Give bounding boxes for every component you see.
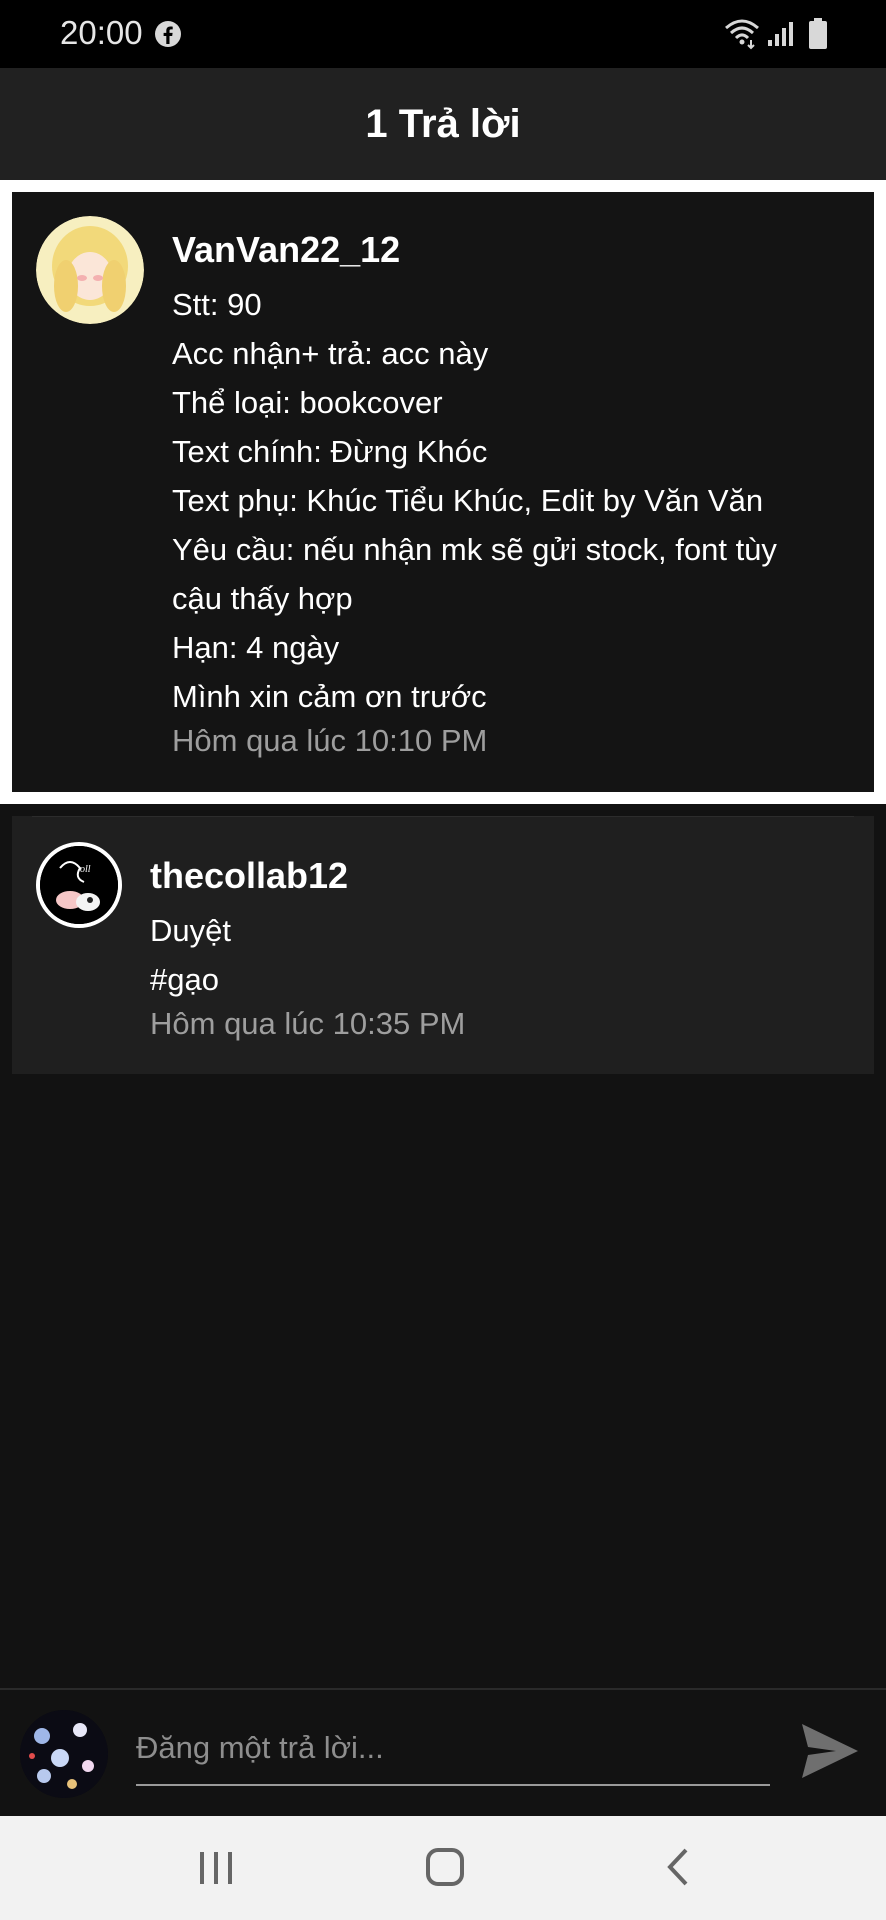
recent-apps-icon[interactable] xyxy=(196,1848,236,1888)
avatar[interactable]: oll xyxy=(36,842,122,928)
post-line: Stt: 90 xyxy=(172,287,262,322)
post-line: Text chính: Đừng Khóc xyxy=(172,434,488,469)
facebook-icon xyxy=(155,21,181,47)
status-bar: 20:00 xyxy=(0,0,886,68)
post-username[interactable]: VanVan22_12 xyxy=(172,228,852,272)
reply-composer xyxy=(0,1688,886,1816)
post-line: Acc nhận+ trả: acc này xyxy=(172,336,489,371)
avatar[interactable] xyxy=(20,1710,108,1798)
post-line: Thể loại: bookcover xyxy=(172,385,443,420)
post-timestamp: Hôm qua lúc 10:10 PM xyxy=(172,723,488,758)
avatar-image: oll xyxy=(40,846,118,924)
post-line: Hạn: 4 ngày xyxy=(172,630,340,665)
original-post: VanVan22_12 Stt: 90 Acc nhận+ trả: acc n… xyxy=(0,180,886,804)
avatar-image xyxy=(36,216,144,324)
reply-input[interactable] xyxy=(136,1712,770,1786)
signal-icon xyxy=(768,22,793,46)
reply-username[interactable]: thecollab12 xyxy=(150,854,850,898)
post-line: Text phụ: Khúc Tiểu Khúc, Edit by Văn Vă… xyxy=(172,483,764,518)
reply-card: oll thecollab12 Duyệt #gạo Hôm qua lúc 1… xyxy=(12,816,874,1074)
post-line: Yêu cầu: nếu nhận mk sẽ gửi stock, font … xyxy=(172,532,777,567)
svg-text:oll: oll xyxy=(80,864,91,875)
battery-icon xyxy=(809,18,827,49)
wifi-icon xyxy=(725,19,759,50)
reply-line[interactable]: #gạo xyxy=(150,955,850,1004)
avatar[interactable] xyxy=(36,216,144,324)
reply-body: thecollab12 Duyệt #gạo Hôm qua lúc 10:35… xyxy=(150,854,850,1044)
reply-content: Duyệt #gạo xyxy=(150,906,850,1004)
send-icon[interactable] xyxy=(800,1722,860,1780)
home-icon[interactable] xyxy=(424,1846,466,1888)
back-icon[interactable] xyxy=(662,1846,692,1888)
original-post-card: VanVan22_12 Stt: 90 Acc nhận+ trả: acc n… xyxy=(12,192,874,792)
page-title: 1 Trả lời xyxy=(365,101,521,146)
status-time: 20:00 xyxy=(60,14,143,51)
post-content: Stt: 90 Acc nhận+ trả: acc này Thể loại:… xyxy=(172,280,852,721)
avatar-image xyxy=(20,1710,108,1798)
post-line: Mình xin cảm ơn trước xyxy=(172,679,487,714)
header: 1 Trả lời xyxy=(0,68,886,180)
reply-timestamp: Hôm qua lúc 10:35 PM xyxy=(150,1006,466,1041)
reply-line: Duyệt xyxy=(150,913,231,948)
system-nav-bar xyxy=(0,1816,886,1920)
post-body: VanVan22_12 Stt: 90 Acc nhận+ trả: acc n… xyxy=(172,228,852,761)
divider xyxy=(32,816,854,817)
post-line: cậu thấy hợp xyxy=(172,581,353,616)
